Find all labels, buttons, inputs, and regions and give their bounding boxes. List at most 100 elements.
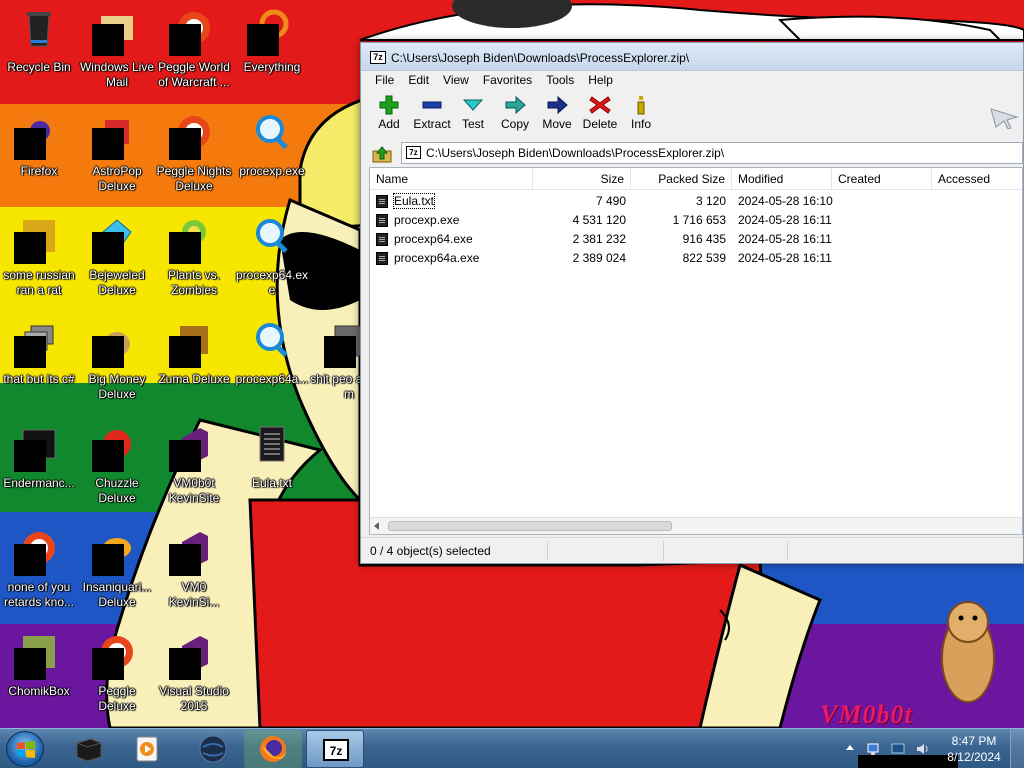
copy-button[interactable]: Copy xyxy=(493,95,537,135)
desktop-icon-label: Peggle Deluxe xyxy=(98,684,136,713)
desktop-icon[interactable]: Plants vs. Zombies xyxy=(155,212,233,312)
desktop-icon-label: VM0 KevinSi... xyxy=(168,580,220,609)
cell-name: procexp.exe xyxy=(394,213,460,227)
scroll-thumb[interactable] xyxy=(388,521,672,531)
cell-accessed xyxy=(938,230,1024,249)
redacted-icon-overlay xyxy=(92,24,124,56)
test-button[interactable]: Test xyxy=(451,95,495,135)
column-packed-size[interactable]: Packed Size xyxy=(631,168,732,190)
table-row[interactable]: procexp.exe 4 531 120 1 716 653 2024-05-28 … xyxy=(370,211,1022,230)
cell-name: procexp64a.exe xyxy=(394,251,480,265)
desktop-icon[interactable]: procexp64a... xyxy=(233,316,311,416)
desktop-icon[interactable]: AstroPop Deluxe xyxy=(78,108,156,208)
desktop-icon[interactable]: Peggle Deluxe xyxy=(78,628,156,728)
copy-label: Copy xyxy=(500,117,529,131)
scroll-left-arrow[interactable] xyxy=(374,522,379,530)
desktop-icon[interactable]: Firefox xyxy=(0,108,78,208)
table-row[interactable]: procexp64.exe 2 381 232 916 435 2024-05-28 … xyxy=(370,230,1022,249)
desktop-icon[interactable]: Everything xyxy=(233,4,311,104)
taskbar: 7z 8:47 PM 8/12/2024 xyxy=(0,728,1024,768)
menu-tools[interactable]: Tools xyxy=(539,71,581,87)
recycle-bin-icon xyxy=(19,8,59,48)
redacted-icon-overlay xyxy=(14,440,46,472)
desktop-icon[interactable]: VM0b0t KevinSite xyxy=(155,420,233,520)
desktop-icon[interactable]: VM0 KevinSi... xyxy=(155,524,233,624)
column-size[interactable]: Size xyxy=(533,168,631,190)
add-button[interactable]: Add xyxy=(367,95,411,135)
desktop-icon[interactable]: Peggle Nights Deluxe xyxy=(155,108,233,208)
taskbar-globe-app[interactable] xyxy=(184,730,242,768)
address-field[interactable]: 7z C:\Users\Joseph Biden\Downloads\Proce… xyxy=(401,142,1023,164)
archive-icon: 7z xyxy=(406,146,421,159)
start-button[interactable] xyxy=(6,731,44,767)
desktop-icon[interactable]: Visual Studio 2015 xyxy=(155,628,233,728)
desktop-icon[interactable]: Windows Live Mail xyxy=(78,4,156,104)
column-name[interactable]: Name xyxy=(370,168,533,190)
menu-view[interactable]: View xyxy=(436,71,476,87)
cell-modified: 2024-05-28 16:11 xyxy=(738,251,832,265)
taskbar-media-player[interactable] xyxy=(118,730,176,768)
folder-up-icon[interactable] xyxy=(371,145,393,163)
desktop-icon[interactable]: Bejeweled Deluxe xyxy=(78,212,156,312)
selection-status: 0 / 4 object(s) selected xyxy=(370,544,491,558)
cell-size: 7 490 xyxy=(595,194,626,208)
extract-label: Extract xyxy=(413,117,451,131)
taskbar-firefox[interactable] xyxy=(244,730,302,768)
column-modified[interactable]: Modified xyxy=(732,168,832,190)
desktop-icon[interactable]: procexp64.exe xyxy=(233,212,311,312)
desktop-icon[interactable]: Zuma Deluxe xyxy=(155,316,233,416)
taskbar-7zip[interactable]: 7z xyxy=(306,730,364,768)
table-row[interactable]: Eula.txt 7 490 3 120 2024-05-28 16:10 xyxy=(370,192,1022,211)
desktop-icon-label: some russian ran a rat xyxy=(3,268,75,297)
table-row[interactable]: procexp64a.exe 2 389 024 822 539 2024-05-28… xyxy=(370,249,1022,268)
menu-favorites[interactable]: Favorites xyxy=(476,71,539,87)
cell-packed: 3 120 xyxy=(695,194,726,208)
column-created[interactable]: Created xyxy=(832,168,932,190)
extract-button[interactable]: Extract xyxy=(410,95,454,135)
cell-created xyxy=(838,211,938,230)
delete-button[interactable]: Delete xyxy=(578,95,622,135)
desktop-icon[interactable]: Eula.txt xyxy=(233,420,311,520)
desktop-icon-label: Zuma Deluxe xyxy=(158,372,230,386)
move-button[interactable]: Move xyxy=(535,95,579,135)
7zip-file-manager-window[interactable]: 7z C:\Users\Joseph Biden\Downloads\Proce… xyxy=(360,42,1024,564)
window-titlebar[interactable]: 7z C:\Users\Joseph Biden\Downloads\Proce… xyxy=(361,43,1023,71)
black-box-icon xyxy=(76,738,102,762)
cell-created xyxy=(838,249,938,268)
show-desktop-button[interactable] xyxy=(1010,729,1024,768)
plus-icon xyxy=(379,95,399,115)
desktop-icon[interactable]: Insaniquari... Deluxe xyxy=(78,524,156,624)
desktop-icon-label: Eula.txt xyxy=(251,476,293,490)
menu-file[interactable]: File xyxy=(368,71,401,87)
desktop-icon[interactable]: esome russian ran a rat xyxy=(0,212,78,312)
info-button[interactable]: Info xyxy=(619,95,663,135)
cell-accessed xyxy=(938,249,1024,268)
desktop-icon[interactable]: none of you retards kno... xyxy=(0,524,78,624)
globe-icon xyxy=(199,735,227,763)
redacted-icon-overlay xyxy=(14,648,46,680)
desktop-icon[interactable]: Recycle Bin xyxy=(0,4,78,104)
file-list[interactable]: Name Size Packed Size Modified Created A… xyxy=(369,167,1023,535)
desktop-icon[interactable]: Big Money Deluxe xyxy=(78,316,156,416)
column-accessed[interactable]: Accessed xyxy=(932,168,1024,190)
redacted-icon-overlay xyxy=(92,440,124,472)
desktop-icon-label: procexp64a... xyxy=(235,372,309,386)
taskbar-black-box-app[interactable] xyxy=(60,730,118,768)
desktop-icon[interactable]: ChomikBox xyxy=(0,628,78,728)
status-bar: 0 / 4 object(s) selected xyxy=(361,537,1023,563)
show-hidden-icons-chevron[interactable] xyxy=(846,745,854,750)
cell-packed: 1 716 653 xyxy=(672,213,726,227)
horizontal-scrollbar[interactable] xyxy=(370,517,1022,534)
desktop-icon[interactable]: procexp.exe xyxy=(233,108,311,208)
menu-help[interactable]: Help xyxy=(581,71,620,87)
desktop-icon[interactable]: that but its c# xyxy=(0,316,78,416)
cell-modified: 2024-05-28 16:10 xyxy=(738,194,833,208)
taskbar-clock[interactable]: 8:47 PM 8/12/2024 xyxy=(942,733,1006,765)
file-icon xyxy=(376,252,388,265)
desktop-icon[interactable]: Endermanc... xyxy=(0,420,78,520)
desktop-icon[interactable]: Peggle World of Warcraft ... xyxy=(155,4,233,104)
cursor-arrow-icon xyxy=(990,108,1019,129)
menu-edit[interactable]: Edit xyxy=(401,71,436,87)
desktop-icon-label: Peggle Nights Deluxe xyxy=(156,164,232,193)
desktop-icon[interactable]: Chuzzle Deluxe xyxy=(78,420,156,520)
